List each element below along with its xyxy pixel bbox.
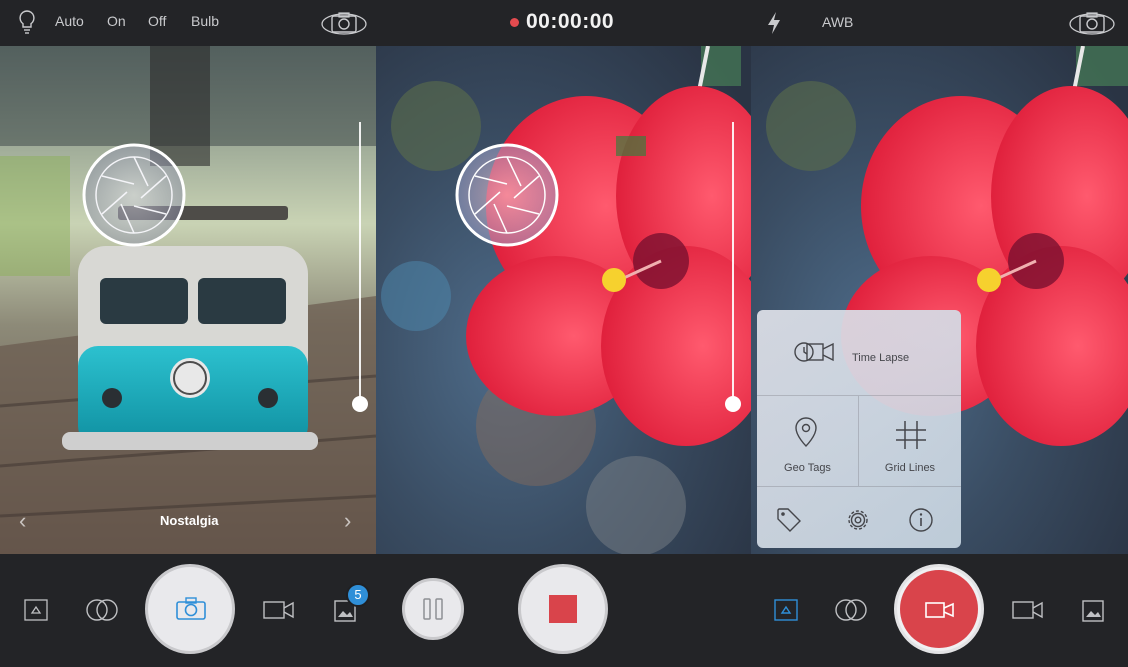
- tag-icon[interactable]: [776, 507, 802, 533]
- flash-auto[interactable]: Auto: [55, 13, 84, 29]
- grid-icon: [896, 421, 926, 449]
- timelapse-icon: [794, 342, 834, 362]
- gallery-count-badge: 5: [346, 583, 370, 607]
- top-bar: Auto On Off Bulb: [0, 0, 376, 46]
- settings-menu: Time Lapse Geo Tags Grid Lines: [757, 310, 961, 548]
- grid-lines-label: Grid Lines: [884, 462, 936, 474]
- viewfinder-flower: [376, 46, 751, 554]
- prev-filter-arrow[interactable]: ‹: [19, 508, 26, 534]
- record-button[interactable]: [894, 564, 984, 654]
- lightning-icon[interactable]: [766, 11, 782, 35]
- geo-tags-option[interactable]: Geo Tags: [757, 396, 858, 486]
- info-icon[interactable]: [908, 507, 934, 533]
- stop-icon: [549, 595, 577, 623]
- flash-on[interactable]: On: [107, 13, 126, 29]
- bottom-bar: [376, 554, 751, 667]
- geo-tags-label: Geo Tags: [784, 462, 831, 474]
- top-bar: 00:00:00: [376, 0, 751, 46]
- top-bar: AWB: [751, 0, 1128, 46]
- recording-indicator: [510, 18, 519, 27]
- viewfinder-photo: [0, 46, 376, 554]
- triangle-icon[interactable]: [24, 599, 48, 621]
- next-filter-arrow[interactable]: ›: [344, 508, 351, 534]
- shutter-button[interactable]: [145, 564, 235, 654]
- gear-icon[interactable]: [845, 507, 871, 533]
- time-lapse-label: Time Lapse: [852, 352, 910, 364]
- camera-viewfinder[interactable]: Time Lapse Geo Tags Grid Lines: [751, 46, 1128, 554]
- flash-off[interactable]: Off: [148, 13, 166, 29]
- filter-name: Nostalgia: [160, 513, 219, 528]
- bottom-bar: [751, 554, 1128, 667]
- zoom-slider-knob[interactable]: [352, 396, 368, 412]
- camera-switch-icon[interactable]: [320, 8, 368, 38]
- video-icon: [925, 602, 954, 618]
- recording-screen: 00:00:00: [376, 0, 751, 667]
- filters-icon[interactable]: [84, 598, 120, 622]
- camera-switch-icon[interactable]: [1068, 8, 1116, 38]
- camera-viewfinder[interactable]: ‹ Nostalgia ›: [0, 46, 376, 554]
- zoom-slider-knob[interactable]: [725, 396, 741, 412]
- white-balance[interactable]: AWB: [822, 14, 853, 30]
- stop-recording-button[interactable]: [518, 564, 608, 654]
- video-icon[interactable]: [1012, 600, 1044, 620]
- gallery-icon[interactable]: [1082, 598, 1108, 624]
- photo-screen: Auto On Off Bulb ‹ Nostalgia › 5: [0, 0, 376, 667]
- time-lapse-option[interactable]: Time Lapse: [757, 310, 961, 395]
- video-icon[interactable]: [263, 600, 295, 620]
- zoom-slider-track[interactable]: [732, 122, 734, 402]
- recording-timer: 00:00:00: [526, 10, 615, 33]
- triangle-icon[interactable]: [774, 599, 798, 621]
- video-screen: AWB Time Lapse Geo Tags Grid Lines: [751, 0, 1128, 667]
- grid-lines-option[interactable]: Grid Lines: [859, 396, 961, 486]
- zoom-slider-track[interactable]: [359, 122, 361, 402]
- pause-button[interactable]: [402, 578, 464, 640]
- pause-icon: [423, 598, 443, 620]
- filters-icon[interactable]: [833, 598, 869, 622]
- bottom-bar: 5: [0, 554, 376, 667]
- camera-icon: [176, 597, 206, 620]
- location-pin-icon: [795, 417, 817, 447]
- camera-viewfinder[interactable]: [376, 46, 751, 554]
- bulb-icon[interactable]: [17, 9, 37, 35]
- menu-divider: [757, 486, 961, 487]
- flash-bulb[interactable]: Bulb: [191, 13, 219, 29]
